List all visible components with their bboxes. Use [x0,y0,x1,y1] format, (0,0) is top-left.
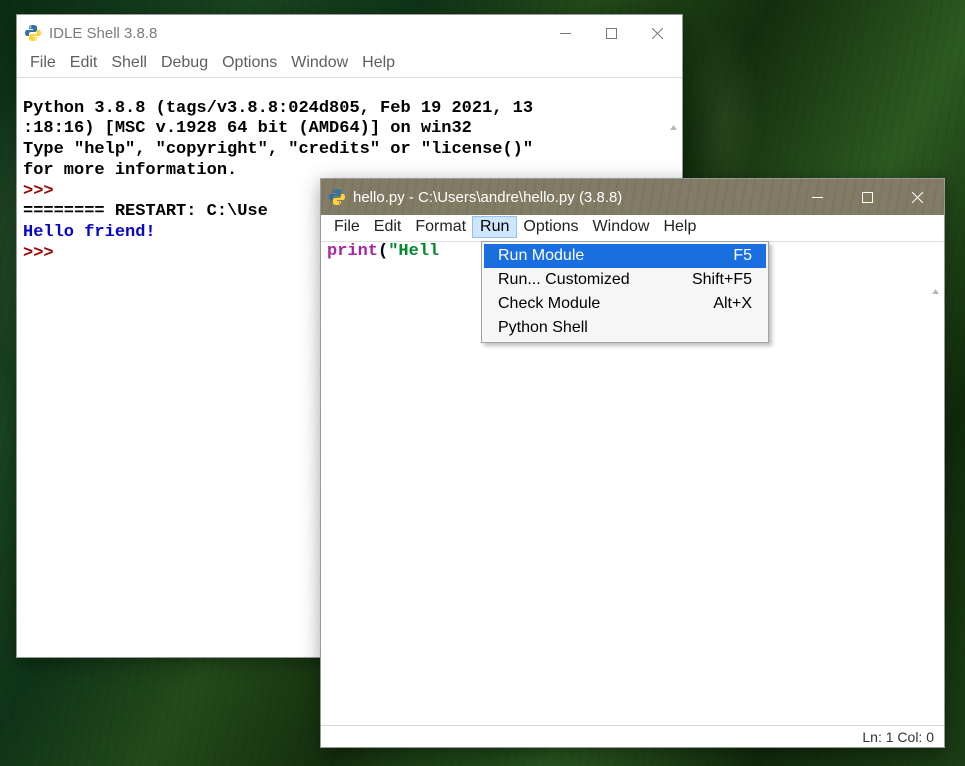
editor-titlebar[interactable]: hello.py - C:\Users\andre\hello.py (3.8.… [321,179,944,215]
shell-title: IDLE Shell 3.8.8 [49,25,542,42]
editor-statusbar: Ln: 1 Col: 0 [321,725,944,747]
dd-accel: F5 [733,247,752,265]
minimize-button[interactable] [542,15,588,51]
shell-menubar: File Edit Shell Debug Options Window Hel… [17,51,682,77]
menu-format[interactable]: Format [408,217,473,237]
menu-run-customized[interactable]: Run... Customized Shift+F5 [484,268,766,292]
dd-label: Python Shell [498,319,752,337]
dd-label: Run... Customized [498,271,692,289]
dd-label: Check Module [498,295,713,313]
close-button[interactable] [634,15,680,51]
menu-run-module[interactable]: Run Module F5 [484,244,766,268]
code-keyword: print [327,242,378,261]
editor-vertical-scrollbar[interactable] [927,242,944,725]
cursor-position: Ln: 1 Col: 0 [862,729,934,745]
shell-program-output: Hello friend! [23,223,156,242]
shell-banner-line: Python 3.8.8 (tags/v3.8.8:024d805, Feb 1… [23,99,533,118]
code-string: "Hell [388,242,439,261]
maximize-button[interactable] [588,15,634,51]
menu-window[interactable]: Window [284,53,355,73]
shell-prompt: >>> [23,182,64,201]
editor-title: hello.py - C:\Users\andre\hello.py (3.8.… [353,189,792,206]
shell-restart-line: ======== RESTART: C:\Use [23,202,268,221]
menu-debug[interactable]: Debug [154,53,215,73]
menu-run[interactable]: Run [473,217,516,237]
shell-banner-line: for more information. [23,161,237,180]
dd-label: Run Module [498,247,733,265]
python-icon [25,25,41,41]
maximize-button[interactable] [842,179,892,215]
shell-banner-line: :18:16) [MSC v.1928 64 bit (AMD64)] on w… [23,119,472,138]
menu-check-module[interactable]: Check Module Alt+X [484,292,766,316]
dd-accel: Shift+F5 [692,271,752,289]
shell-titlebar[interactable]: IDLE Shell 3.8.8 [17,15,682,51]
scroll-up-icon[interactable] [927,283,944,300]
menu-edit[interactable]: Edit [63,53,105,73]
menu-file[interactable]: File [327,217,367,237]
shell-banner-line: Type "help", "copyright", "credits" or "… [23,140,533,159]
code-paren: ( [378,242,388,261]
idle-editor-window: hello.py - C:\Users\andre\hello.py (3.8.… [320,178,945,748]
editor-window-controls [792,179,942,215]
minimize-button[interactable] [792,179,842,215]
close-button[interactable] [892,179,942,215]
menu-options[interactable]: Options [215,53,284,73]
python-icon [329,189,345,205]
shell-prompt: >>> [23,244,64,263]
dd-accel: Alt+X [713,295,752,313]
scroll-up-icon[interactable] [665,119,682,136]
shell-window-controls [542,15,680,51]
menu-edit[interactable]: Edit [367,217,409,237]
menu-file[interactable]: File [23,53,63,73]
run-menu-dropdown: Run Module F5 Run... Customized Shift+F5… [481,241,769,343]
menu-shell[interactable]: Shell [104,53,154,73]
menu-help[interactable]: Help [656,217,703,237]
menu-options[interactable]: Options [516,217,585,237]
menu-help[interactable]: Help [355,53,402,73]
menu-python-shell[interactable]: Python Shell [484,316,766,340]
menu-window[interactable]: Window [586,217,657,237]
editor-menubar: File Edit Format Run Options Window Help… [321,215,944,241]
